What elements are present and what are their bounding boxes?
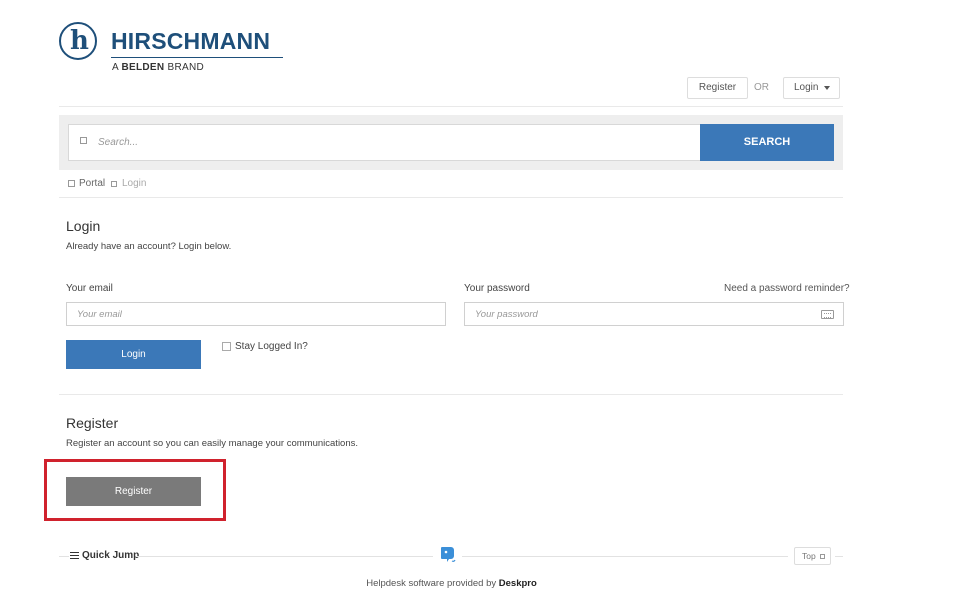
- arrow-up-icon: [820, 554, 825, 559]
- stay-logged-in-label[interactable]: Stay Logged In?: [235, 341, 308, 352]
- register-button[interactable]: Register: [66, 477, 201, 506]
- keyboard-icon[interactable]: [821, 310, 834, 319]
- stay-logged-in-checkbox[interactable]: [222, 342, 231, 351]
- home-icon: [68, 180, 75, 187]
- login-button[interactable]: Login: [66, 340, 201, 369]
- password-reminder-link[interactable]: Need a password reminder?: [724, 283, 850, 294]
- tagline-suffix: BRAND: [164, 62, 205, 73]
- footer-line-left: [137, 556, 433, 557]
- login-title: Login: [66, 218, 101, 234]
- deskpro-mascot-icon: [441, 547, 456, 562]
- footer-credit: Helpdesk software provided by Deskpro: [0, 578, 903, 589]
- search-input[interactable]: [98, 130, 688, 154]
- brand-logo[interactable]: h HIRSCHMANN A BELDEN BRAND: [59, 20, 289, 80]
- header-login-dropdown[interactable]: Login: [783, 77, 840, 99]
- deskpro-link[interactable]: Deskpro: [499, 578, 537, 589]
- logo-underline: [111, 57, 283, 58]
- email-field[interactable]: [66, 302, 446, 326]
- breadcrumb-divider: [59, 197, 843, 198]
- footer-line-right-edge: [835, 556, 843, 557]
- search-button[interactable]: SEARCH: [700, 124, 834, 161]
- login-description: Already have an account? Login below.: [66, 241, 232, 252]
- breadcrumb-login: Login: [122, 178, 147, 189]
- email-label: Your email: [66, 283, 113, 294]
- footer-credit-prefix: Helpdesk software provided by: [366, 578, 499, 589]
- register-description: Register an account so you can easily ma…: [66, 438, 359, 449]
- section-divider: [59, 394, 843, 395]
- password-field[interactable]: [464, 302, 844, 326]
- quick-jump-link[interactable]: Quick Jump: [82, 550, 139, 561]
- tagline-prefix: A: [112, 62, 122, 73]
- logo-emblem-icon: h: [59, 22, 97, 60]
- header-divider: [59, 106, 843, 107]
- menu-icon: [70, 552, 79, 559]
- breadcrumb-separator-icon: [111, 181, 117, 187]
- password-label: Your password: [464, 283, 530, 294]
- brand-name: HIRSCHMANN: [111, 28, 271, 54]
- tagline-bold: BELDEN: [121, 62, 165, 73]
- register-title: Register: [66, 415, 119, 431]
- caret-down-icon: [824, 86, 830, 90]
- footer-line-left-edge: [59, 556, 69, 557]
- top-label: Top: [802, 551, 816, 561]
- header-login-label: Login: [794, 82, 819, 93]
- breadcrumb-portal[interactable]: Portal: [79, 177, 105, 191]
- footer-line-right: [462, 556, 788, 557]
- brand-tagline: A BELDEN BRAND: [112, 62, 204, 73]
- header-or-separator: OR: [754, 82, 769, 93]
- header-register-button[interactable]: Register: [687, 77, 748, 99]
- search-icon: [80, 137, 87, 144]
- logo-letter: h: [70, 26, 89, 56]
- back-to-top-button[interactable]: Top: [794, 547, 831, 565]
